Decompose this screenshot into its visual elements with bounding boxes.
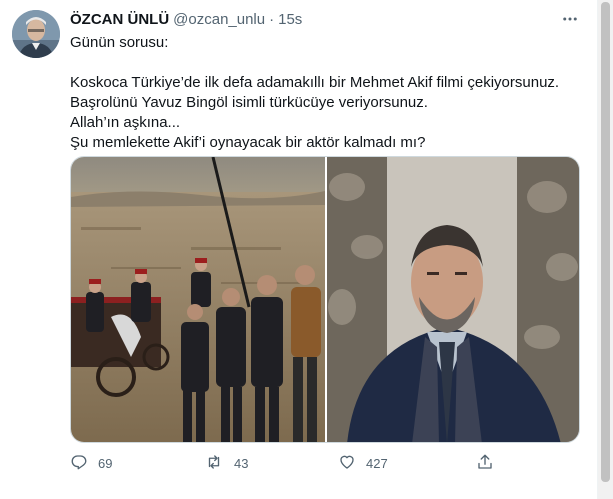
actor-portrait-photo[interactable]: [327, 157, 579, 442]
author-handle[interactable]: @ozcan_unlu: [173, 11, 265, 28]
tweet-line: Koskoca Türkiye’de ilk defa adamakıllı b…: [70, 74, 560, 91]
film-set-photo[interactable]: [71, 157, 325, 442]
tweet-timestamp[interactable]: 15s: [278, 11, 302, 28]
share-button[interactable]: [476, 453, 504, 474]
reply-count: 69: [98, 455, 113, 471]
separator-dot: ·: [269, 10, 275, 28]
like-count: 427: [366, 455, 388, 471]
retweet-count: 43: [234, 455, 249, 471]
retweet-icon: [204, 453, 234, 474]
retweet-button[interactable]: 43: [204, 453, 248, 474]
media-grid: [70, 156, 580, 443]
tweet-line: Allah’ın aşkına...: [70, 114, 181, 131]
tweet-actions: 69 43 427: [70, 451, 500, 475]
like-button[interactable]: 427: [338, 453, 388, 474]
tweet-text: Günün sorusu: Koskoca Türkiye’de ilk def…: [70, 33, 585, 153]
more-icon[interactable]: [558, 9, 582, 29]
reply-button[interactable]: 69: [70, 453, 112, 474]
tweet-line: Başrolünü Yavuz Bingöl isimli türkücüye …: [70, 94, 428, 111]
tweet-header: ÖZCAN ÜNLÜ @ozcan_unlu · 15s: [70, 9, 302, 29]
author-name[interactable]: ÖZCAN ÜNLÜ: [70, 11, 169, 28]
reply-icon: [70, 453, 98, 474]
tweet-card[interactable]: ÖZCAN ÜNLÜ @ozcan_unlu · 15s Günün sorus…: [0, 0, 598, 499]
tweet-line: Günün sorusu:: [70, 34, 169, 51]
heart-icon: [338, 453, 366, 474]
share-icon: [476, 453, 504, 474]
scrollbar-thumb[interactable]: [601, 2, 610, 482]
avatar[interactable]: [12, 10, 60, 58]
tweet-line: Şu memlekette Akif’i oynayacak bir aktör…: [70, 134, 426, 151]
scrollbar[interactable]: [598, 0, 613, 499]
